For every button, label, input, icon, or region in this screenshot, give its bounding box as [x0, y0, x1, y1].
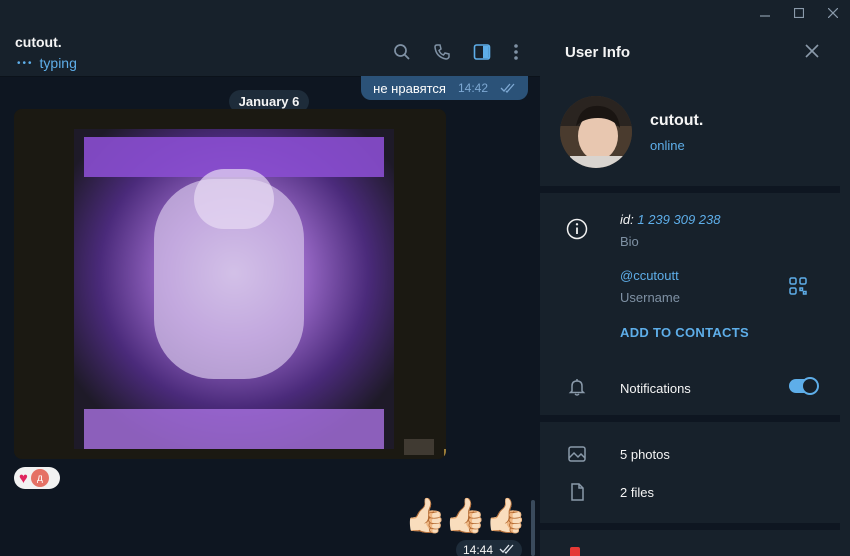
message-time-pill: 14:44 — [456, 540, 522, 556]
typing-label: typing — [39, 55, 77, 71]
photos-link[interactable]: 5 photos — [620, 447, 670, 462]
photo-icon — [566, 443, 588, 465]
file-icon — [566, 481, 588, 503]
close-panel-icon[interactable] — [802, 42, 822, 62]
sidebar-toggle-icon[interactable] — [472, 42, 492, 62]
close-window-button[interactable] — [816, 0, 850, 26]
more-icon[interactable] — [506, 42, 526, 62]
panel-title: User Info — [565, 44, 631, 61]
read-checks-icon — [499, 543, 515, 556]
username-link[interactable]: @ccutoutt — [620, 268, 679, 283]
notifications-label: Notifications — [620, 381, 691, 396]
profile-name: cutout. — [650, 112, 704, 129]
heart-reaction-icon: ♥ — [19, 469, 28, 487]
notifications-toggle[interactable] — [789, 377, 819, 395]
id-value: 1 239 309 238 — [637, 212, 721, 227]
chat-scrollbar[interactable] — [531, 80, 535, 556]
toggle-knob — [801, 377, 819, 395]
reactions-bar[interactable]: ♥ д — [14, 467, 60, 489]
message-text: не нравятся — [373, 80, 446, 96]
thumbs-up-sticker[interactable]: 👍🏻👍🏻👍🏻 — [404, 496, 527, 536]
username-label: Username — [620, 290, 680, 305]
typing-status: ••• typing — [17, 55, 77, 71]
add-to-contacts-button[interactable]: ADD TO CONTACTS — [620, 325, 749, 340]
search-icon[interactable] — [392, 42, 412, 62]
qr-code-icon[interactable] — [789, 277, 807, 295]
outgoing-message[interactable]: не нравятся 14:42 — [361, 76, 528, 100]
phone-icon[interactable] — [432, 42, 452, 62]
section-divider — [540, 523, 840, 530]
bell-icon — [566, 376, 588, 398]
maximize-button[interactable] — [782, 0, 816, 26]
chat-area: cutout. ••• typing не нравятся 14:42 Jan… — [0, 0, 540, 556]
minimize-button[interactable] — [748, 0, 782, 26]
user-id[interactable]: id: 1 239 309 238 — [620, 212, 721, 227]
online-status: online — [650, 138, 685, 153]
red-icon-partial — [570, 547, 580, 556]
section-divider — [540, 186, 840, 193]
info-icon — [566, 218, 588, 240]
window-controls — [730, 0, 850, 26]
section-divider — [540, 415, 840, 422]
message-time: 14:44 — [462, 543, 494, 556]
files-link[interactable]: 2 files — [620, 485, 654, 500]
id-label: id: — [620, 212, 634, 227]
user-info-panel: User Info cutout. online id: 1 239 309 2… — [540, 0, 850, 556]
media-photo[interactable] — [14, 109, 446, 459]
typing-dots-icon: ••• — [17, 57, 34, 69]
chat-title[interactable]: cutout. — [15, 34, 62, 50]
bio-label: Bio — [620, 234, 639, 249]
reaction-avatar: д — [30, 469, 49, 487]
chat-scroll-thumb[interactable] — [531, 500, 535, 556]
read-checks-icon — [500, 81, 516, 96]
avatar[interactable] — [560, 96, 632, 168]
chat-header: cutout. ••• typing — [0, 0, 540, 77]
message-time: 14:42 — [457, 81, 488, 95]
